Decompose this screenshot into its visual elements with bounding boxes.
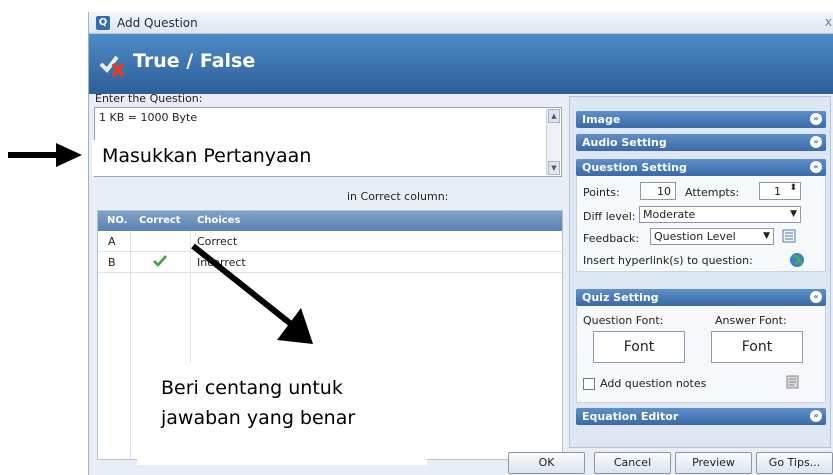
answer-font-button[interactable]: Font [711, 331, 803, 363]
notes-icon[interactable] [785, 374, 801, 390]
header-no: NO. [107, 215, 128, 226]
question-hint-box: Masukkan Pertanyaan [92, 140, 375, 176]
close-icon[interactable]: x [825, 15, 832, 29]
settings-panel: Image » Audio Setting » Question Setting… [569, 96, 831, 448]
question-text: 1 KB = 1000 Byte [99, 111, 198, 124]
expand-icon[interactable]: » [810, 136, 822, 148]
check-hint-line-2: jawaban yang benar [161, 407, 356, 429]
collapse-icon[interactable]: « [810, 291, 822, 303]
question-font-button[interactable]: Font [593, 331, 685, 363]
header-correct: Correct [139, 215, 181, 226]
quiz-setting-header[interactable]: Quiz Setting « [576, 289, 826, 306]
cancel-button[interactable]: Cancel [594, 452, 671, 474]
expand-icon[interactable]: » [810, 113, 822, 125]
stepper-icon[interactable]: ⬍ [789, 183, 797, 193]
diff-label: Diff level: [583, 210, 636, 223]
diff-level-select[interactable]: Moderate ▼ [639, 206, 801, 223]
question-hint-text: Masukkan Pertanyaan [102, 145, 312, 167]
banner-title: True / False [133, 50, 256, 72]
points-label: Points: [583, 186, 620, 199]
image-section-header[interactable]: Image » [576, 111, 826, 128]
collapse-icon[interactable]: « [810, 161, 822, 173]
equation-editor-title: Equation Editor [582, 410, 679, 423]
audio-section-header[interactable]: Audio Setting » [576, 134, 826, 151]
go-tips-button[interactable]: Go Tips... [756, 452, 833, 474]
question-type-banner: True / False [89, 34, 833, 94]
attempts-label: Attempts: [685, 186, 740, 199]
right-arrow-icon [8, 143, 82, 167]
audio-section-title: Audio Setting [582, 136, 667, 149]
scroll-down-icon[interactable]: ▼ [548, 161, 560, 175]
row-no: B [108, 256, 116, 269]
points-input[interactable]: 10 [640, 182, 676, 200]
preview-button[interactable]: Preview [675, 452, 752, 474]
globe-icon[interactable] [789, 252, 805, 268]
question-notes-label: Add question notes [600, 377, 707, 390]
expand-icon[interactable]: » [810, 410, 822, 422]
question-setting-header[interactable]: Question Setting « [576, 159, 826, 176]
feedback-value: Question Level [654, 230, 736, 243]
attempts-stepper[interactable]: 1 ⬍ [759, 182, 801, 200]
feedback-label: Feedback: [583, 232, 640, 245]
check-hint-box: Beri centang untuk jawaban yang benar [137, 363, 427, 465]
image-section-title: Image [582, 113, 621, 126]
down-right-arrow-icon [191, 243, 313, 344]
chevron-down-icon[interactable]: ▼ [790, 209, 797, 219]
question-notes-checkbox[interactable] [583, 378, 595, 390]
answer-font-label: Answer Font: [715, 314, 787, 327]
quiz-setting-title: Quiz Setting [582, 291, 659, 304]
quiz-setting-body: Question Font: Answer Font: Font Font Ad… [576, 306, 826, 403]
ok-button[interactable]: OK [508, 452, 585, 474]
diff-value: Moderate [643, 208, 696, 221]
question-setting-body: Points: 10 Attempts: 1 ⬍ Diff level: Mod… [576, 176, 826, 272]
table-row[interactable]: B Incorrect [98, 252, 562, 273]
table-header: NO. Correct Choices [98, 211, 562, 231]
window-title: Add Question [117, 16, 198, 30]
question-font-label: Question Font: [583, 314, 664, 327]
question-scrollbar[interactable]: ▲ ▼ [546, 109, 560, 175]
feedback-select[interactable]: Question Level ▼ [650, 228, 774, 245]
chevron-down-icon[interactable]: ▼ [763, 231, 770, 241]
scroll-up-icon[interactable]: ▲ [548, 109, 560, 123]
feedback-edit-icon[interactable] [782, 229, 796, 243]
checkmark-icon[interactable] [152, 254, 168, 268]
hyperlink-label: Insert hyperlink(s) to question: [583, 254, 753, 267]
app-logo-icon: Q [96, 16, 110, 30]
points-value: 10 [657, 185, 671, 198]
row-no: A [108, 235, 116, 248]
true-false-icon [99, 55, 125, 78]
title-bar: Q Add Question x [89, 12, 833, 34]
table-row[interactable]: A Correct [98, 231, 562, 252]
instruction-text: in Correct column: [347, 190, 449, 203]
header-choices: Choices [197, 215, 241, 226]
question-setting-title: Question Setting [582, 161, 687, 174]
attempts-value: 1 [774, 185, 781, 198]
question-label: Enter the Question: [95, 92, 203, 105]
check-hint-line-1: Beri centang untuk [161, 377, 343, 399]
equation-editor-header[interactable]: Equation Editor » [576, 408, 826, 425]
